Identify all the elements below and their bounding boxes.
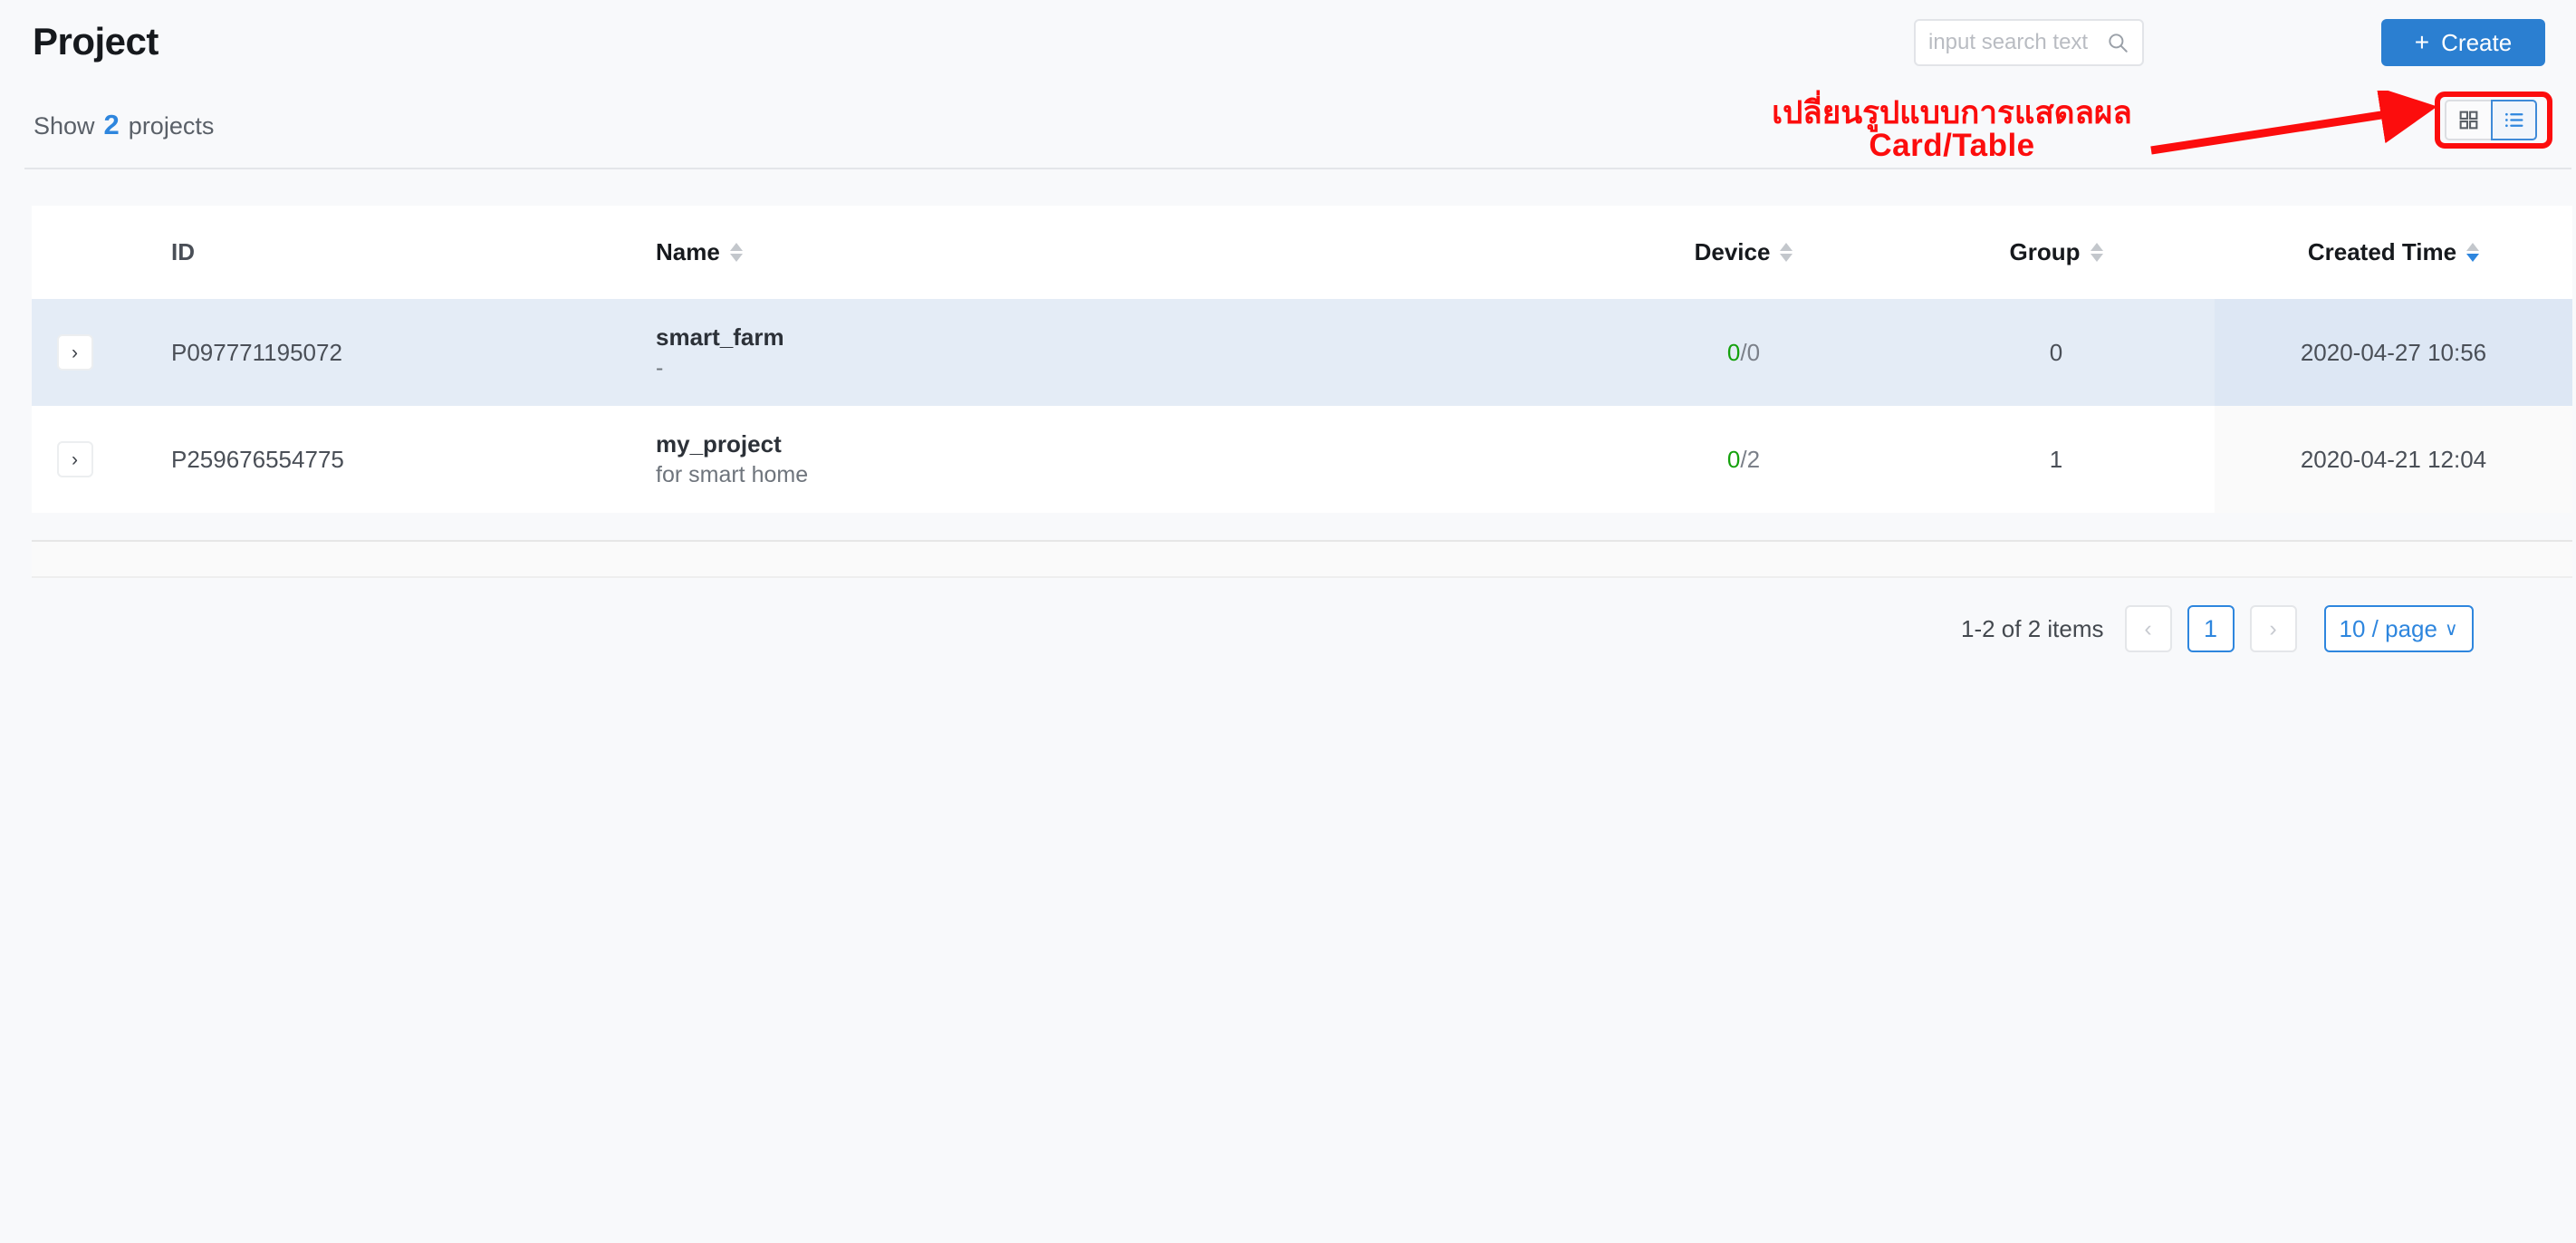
- annotation-line-2: Card/Table: [1869, 128, 2035, 164]
- table-row[interactable]: › P259676554775 my_project for smart hom…: [32, 406, 2572, 513]
- column-header-name-label: Name: [656, 238, 720, 265]
- cell-created-time: 2020-04-27 10:56: [2215, 299, 2572, 406]
- device-separator: /: [1740, 338, 1747, 366]
- expand-cell: ›: [32, 299, 118, 406]
- grid-icon: [2457, 109, 2480, 131]
- expand-row-button[interactable]: ›: [56, 441, 93, 477]
- column-header-created-time[interactable]: Created Time: [2215, 206, 2572, 299]
- project-table-element: ID Name Device Group Created Time › P097…: [32, 206, 2572, 513]
- pagination-prev-button[interactable]: ‹: [2124, 605, 2172, 652]
- column-header-id-label: ID: [171, 238, 195, 265]
- cell-device: 0/0: [1590, 299, 1898, 406]
- search-icon[interactable]: [2106, 31, 2129, 54]
- cell-name: smart_farm -: [602, 299, 1590, 406]
- cell-name: my_project for smart home: [602, 406, 1590, 513]
- cell-device: 0/2: [1590, 406, 1898, 513]
- column-header-id[interactable]: ID: [118, 206, 602, 299]
- header-divider: [24, 168, 2571, 169]
- column-header-group[interactable]: Group: [1898, 206, 2215, 299]
- project-name: smart_farm: [656, 323, 784, 352]
- column-header-expand: [32, 206, 118, 299]
- page-size-label: 10 / page: [2339, 614, 2437, 642]
- column-header-device[interactable]: Device: [1590, 206, 1898, 299]
- search-input[interactable]: [1928, 30, 2106, 55]
- column-header-group-label: Group: [2009, 238, 2081, 265]
- device-separator: /: [1740, 445, 1747, 473]
- list-icon: [2503, 109, 2525, 131]
- pagination-next-button[interactable]: ›: [2249, 605, 2297, 652]
- table-header: ID Name Device Group Created Time: [32, 206, 2572, 299]
- sort-arrows-group-icon[interactable]: [2090, 243, 2103, 262]
- cell-id: P259676554775: [118, 406, 602, 513]
- annotation-text: เปลี่ยนรูปแบบการแสดลผล Card/Table: [1757, 95, 2147, 164]
- device-online-count: 0: [1726, 445, 1741, 473]
- project-name: my_project: [656, 430, 782, 458]
- cell-created-time: 2020-04-21 12:04: [2215, 406, 2572, 513]
- annotation-arrow: [2150, 91, 2437, 155]
- project-count-value: 2: [103, 109, 120, 140]
- table-body: › P097771195072 smart_farm - 0/0 0 2020-…: [32, 299, 2572, 513]
- column-header-device-label: Device: [1694, 238, 1771, 265]
- pagination-summary: 1-2 of 2 items: [1961, 614, 2104, 642]
- project-count-line: Show 2 projects: [34, 109, 214, 141]
- view-mode-table-button[interactable]: [2491, 100, 2537, 140]
- column-header-name[interactable]: Name: [602, 206, 1590, 299]
- cell-group: 1: [1898, 406, 2215, 513]
- expand-cell: ›: [32, 406, 118, 513]
- project-list-page: Project Show 2 projects + Create: [0, 0, 2576, 1243]
- page-size-select[interactable]: 10 / page ∨: [2323, 605, 2474, 652]
- project-table: ID Name Device Group Created Time › P097…: [32, 206, 2572, 513]
- show-prefix-label: Show: [34, 112, 95, 140]
- create-button-label: Create: [2441, 28, 2513, 56]
- view-mode-card-button[interactable]: [2445, 100, 2491, 140]
- plus-icon: +: [2414, 28, 2430, 56]
- expand-row-button[interactable]: ›: [56, 334, 93, 371]
- pagination: 1-2 of 2 items ‹ 1 › 10 / page ∨: [1961, 605, 2474, 652]
- pagination-page-1-button[interactable]: 1: [2187, 605, 2235, 652]
- view-mode-toggle[interactable]: [2445, 100, 2537, 140]
- sort-arrows-device-icon[interactable]: [1780, 243, 1793, 262]
- page-title: Project: [33, 20, 159, 63]
- show-suffix-label: projects: [128, 112, 215, 140]
- table-footer-strip: [32, 540, 2572, 578]
- table-header-row: ID Name Device Group Created Time: [32, 206, 2572, 299]
- project-description: for smart home: [656, 461, 809, 487]
- cell-id: P097771195072: [118, 299, 602, 406]
- table-row[interactable]: › P097771195072 smart_farm - 0/0 0 2020-…: [32, 299, 2572, 406]
- search-box[interactable]: [1914, 19, 2144, 66]
- chevron-down-icon: ∨: [2444, 619, 2458, 640]
- device-total-count: 0: [1746, 338, 1761, 366]
- sort-arrows-created-time-icon[interactable]: [2466, 243, 2480, 262]
- annotation-line-1: เปลี่ยนรูปแบบการแสดลผล: [1772, 95, 2132, 130]
- device-total-count: 2: [1746, 445, 1761, 473]
- device-online-count: 0: [1726, 338, 1741, 366]
- cell-group: 0: [1898, 299, 2215, 406]
- column-header-created-time-label: Created Time: [2307, 238, 2457, 265]
- project-description: -: [656, 354, 664, 381]
- sort-arrows-name-icon[interactable]: [729, 243, 743, 262]
- create-button[interactable]: + Create: [2381, 19, 2545, 66]
